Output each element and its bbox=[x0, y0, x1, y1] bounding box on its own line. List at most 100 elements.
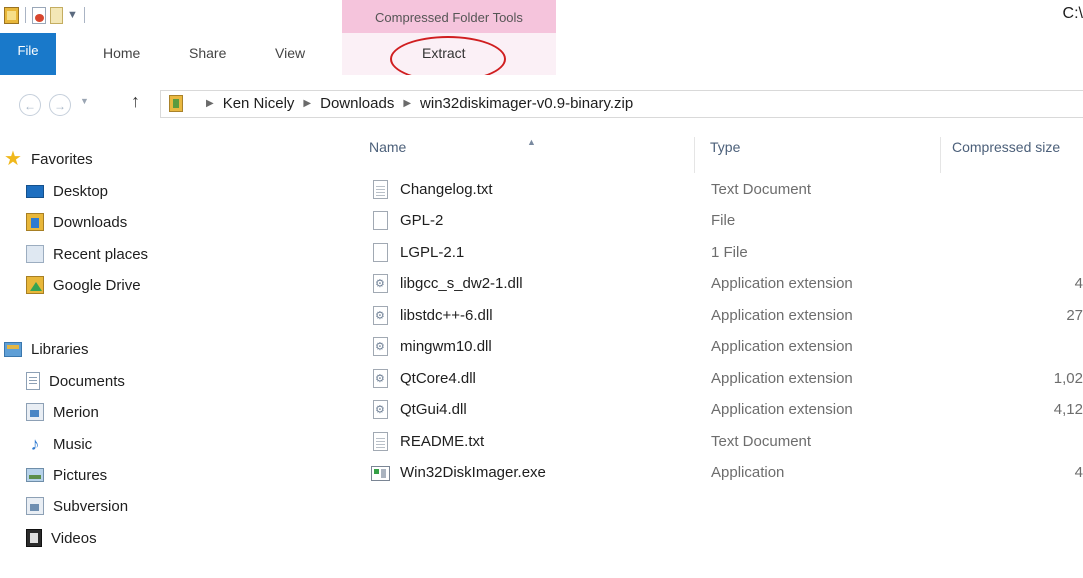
sort-ascending-icon: ▲ bbox=[527, 137, 536, 147]
context-group-label: Compressed Folder Tools bbox=[375, 10, 523, 25]
sidebar-item-documents[interactable]: Documents bbox=[26, 369, 125, 393]
film-strip-icon bbox=[26, 529, 42, 547]
toolbar-divider bbox=[83, 7, 85, 23]
title-bar: ▼ Compressed Folder Tools C:\ bbox=[0, 0, 1083, 33]
sidebar-item-recent-places[interactable]: Recent places bbox=[26, 242, 148, 266]
tab-view[interactable]: View bbox=[275, 33, 305, 75]
file-type: Text Document bbox=[711, 181, 812, 198]
sidebar-item-desktop[interactable]: Desktop bbox=[26, 179, 108, 203]
table-row[interactable]: Changelog.txt Text Document bbox=[342, 175, 1083, 206]
chevron-right-icon[interactable]: ▶ bbox=[303, 98, 311, 109]
sidebar-item-subversion[interactable]: Subversion bbox=[26, 494, 128, 518]
file-name: GPL-2 bbox=[400, 212, 444, 229]
recent-locations-dropdown-icon[interactable]: ▼ bbox=[80, 96, 89, 106]
library-icon bbox=[26, 497, 44, 515]
table-row[interactable]: libgcc_s_dw2-1.dll Application extension… bbox=[342, 269, 1083, 300]
sidebar-item-label: Favorites bbox=[31, 150, 93, 168]
file-name: QtCore4.dll bbox=[400, 370, 476, 387]
table-row[interactable]: Win32DiskImager.exe Application 4 bbox=[342, 458, 1083, 489]
library-icon bbox=[26, 403, 44, 421]
text-file-icon bbox=[373, 180, 388, 199]
table-row[interactable]: LGPL-2.1 1 File bbox=[342, 238, 1083, 269]
sidebar-item-libraries[interactable]: Libraries bbox=[4, 337, 89, 361]
music-note-icon: ♪ bbox=[30, 434, 40, 454]
sidebar-item-label: Google Drive bbox=[53, 276, 141, 294]
pictures-icon bbox=[26, 468, 44, 482]
sidebar-item-label: Videos bbox=[51, 529, 97, 547]
file-size: 4 bbox=[1074, 464, 1083, 481]
sidebar-item-music[interactable]: ♪ Music bbox=[26, 432, 93, 456]
file-size: 27 bbox=[1066, 307, 1083, 324]
column-header-name[interactable]: Name bbox=[369, 137, 406, 165]
table-row[interactable]: QtGui4.dll Application extension 4,12 bbox=[342, 395, 1083, 426]
dll-file-icon bbox=[373, 337, 388, 356]
blank-file-icon bbox=[373, 211, 388, 230]
back-button[interactable]: ← bbox=[19, 94, 41, 116]
file-name: Win32DiskImager.exe bbox=[400, 464, 546, 481]
breadcrumb: ▶ Ken Nicely ▶ Downloads ▶ win32diskimag… bbox=[197, 95, 633, 112]
table-row[interactable]: mingwm10.dll Application extension bbox=[342, 332, 1083, 363]
compressed-folder-tools-header: Compressed Folder Tools bbox=[342, 0, 556, 33]
customize-toolbar-icon[interactable]: ▼ bbox=[67, 9, 78, 21]
tab-share[interactable]: Share bbox=[189, 33, 226, 75]
explorer-app-icon[interactable] bbox=[4, 6, 19, 24]
table-row[interactable]: README.txt Text Document bbox=[342, 427, 1083, 458]
sidebar-item-videos[interactable]: Videos bbox=[26, 526, 97, 550]
sidebar-item-label: Documents bbox=[49, 372, 125, 390]
dll-file-icon bbox=[373, 369, 388, 388]
exe-file-icon bbox=[371, 466, 390, 481]
chevron-right-icon[interactable]: ▶ bbox=[206, 98, 214, 109]
file-list: Name ▲ Type Compressed size Changelog.tx… bbox=[342, 127, 1083, 578]
sidebar-item-google-drive[interactable]: Google Drive bbox=[26, 273, 141, 297]
sidebar-item-label: Recent places bbox=[53, 245, 149, 263]
properties-icon[interactable] bbox=[32, 6, 46, 24]
sidebar-item-label: Desktop bbox=[53, 182, 109, 200]
file-type: Application extension bbox=[711, 401, 853, 418]
column-header-type[interactable]: Type bbox=[710, 137, 740, 165]
file-name: Changelog.txt bbox=[400, 181, 493, 198]
file-name: README.txt bbox=[400, 433, 485, 450]
ribbon-tab-bar: File Home Share View Extract bbox=[0, 33, 1083, 76]
sidebar-item-pictures[interactable]: Pictures bbox=[26, 463, 107, 487]
google-drive-icon bbox=[26, 276, 44, 294]
blank-file-icon bbox=[373, 243, 388, 262]
file-type: Application extension bbox=[711, 338, 853, 355]
sidebar-item-label: Merion bbox=[53, 403, 99, 421]
sidebar-item-label: Subversion bbox=[53, 497, 129, 515]
navigation-bar: ← → ▼ ↑ ▶ Ken Nicely ▶ Downloads ▶ win32… bbox=[0, 75, 1083, 127]
file-name: libstdc++-6.dll bbox=[400, 307, 493, 324]
breadcrumb-zip-file[interactable]: win32diskimager-v0.9-binary.zip bbox=[420, 95, 633, 112]
forward-button[interactable]: → bbox=[49, 94, 71, 116]
file-name: LGPL-2.1 bbox=[400, 244, 465, 261]
table-row[interactable]: QtCore4.dll Application extension 1,02 bbox=[342, 364, 1083, 395]
text-file-icon bbox=[373, 432, 388, 451]
address-bar[interactable]: ▶ Ken Nicely ▶ Downloads ▶ win32diskimag… bbox=[160, 90, 1083, 118]
sidebar-item-label: Downloads bbox=[53, 213, 128, 231]
sidebar-item-label: Pictures bbox=[53, 466, 108, 484]
tab-file[interactable]: File bbox=[0, 33, 56, 75]
file-type: File bbox=[711, 212, 736, 229]
dll-file-icon bbox=[373, 274, 388, 293]
file-size: 4,12 bbox=[1053, 401, 1083, 418]
file-type: 1 File bbox=[711, 244, 748, 261]
chevron-right-icon[interactable]: ▶ bbox=[403, 98, 411, 109]
table-row[interactable]: GPL-2 File bbox=[342, 206, 1083, 237]
tab-home[interactable]: Home bbox=[103, 33, 140, 75]
up-arrow-icon[interactable]: ↑ bbox=[131, 91, 140, 112]
documents-icon bbox=[26, 372, 40, 390]
recent-places-icon bbox=[26, 245, 44, 263]
column-divider[interactable] bbox=[694, 137, 695, 173]
breadcrumb-ken-nicely[interactable]: Ken Nicely bbox=[223, 95, 295, 112]
column-divider[interactable] bbox=[940, 137, 941, 173]
file-type: Application extension bbox=[711, 307, 853, 324]
new-folder-icon[interactable] bbox=[50, 6, 63, 24]
sidebar-item-label: Music bbox=[53, 435, 93, 453]
window-title: C:\ bbox=[1062, 5, 1083, 22]
column-header-compressed-size[interactable]: Compressed size bbox=[952, 137, 1060, 165]
table-row[interactable]: libstdc++-6.dll Application extension 27 bbox=[342, 301, 1083, 332]
sidebar-item-favorites[interactable]: ★ Favorites bbox=[4, 147, 93, 171]
breadcrumb-downloads[interactable]: Downloads bbox=[320, 95, 394, 112]
sidebar-item-downloads[interactable]: Downloads bbox=[26, 210, 127, 234]
navigation-pane: ★ Favorites Desktop Downloads Recent pla… bbox=[0, 127, 342, 578]
sidebar-item-merion[interactable]: Merion bbox=[26, 400, 99, 424]
